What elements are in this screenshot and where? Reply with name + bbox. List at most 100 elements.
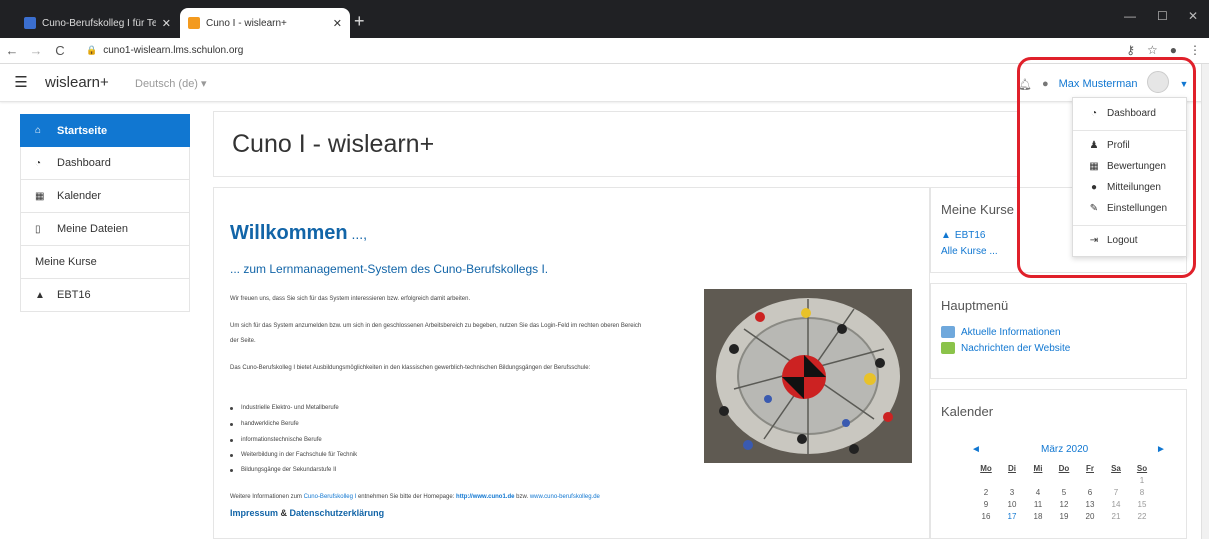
tab-label: Cuno I - wislearn+	[206, 17, 287, 29]
forum-icon	[941, 342, 955, 354]
course-link-ebt16[interactable]: ▲ EBT16	[941, 230, 985, 241]
paragraph-3: Das Cuno-Berufskolleg I bietet Ausbildun…	[230, 365, 591, 371]
impressum-link[interactable]: Impressum	[230, 508, 278, 518]
calendar-day	[999, 476, 1025, 485]
cuno-link[interactable]: Cuno-Berufskolleg I	[304, 494, 357, 500]
calendar-day[interactable]: 22	[1129, 512, 1155, 521]
calendar-month[interactable]: März 2020	[1041, 444, 1088, 455]
datenschutz-link[interactable]: Datenschutzerklärung	[290, 508, 385, 518]
annotation-highlight	[1017, 57, 1196, 278]
calendar-weekday: Mo	[980, 464, 992, 473]
footer-info: Weitere Informationen zum Cuno-Berufskol…	[230, 494, 600, 500]
calendar-day[interactable]: 13	[1077, 500, 1103, 509]
key-icon[interactable]: ⚷	[1126, 43, 1135, 57]
close-tab-icon[interactable]: ✕	[333, 17, 342, 30]
calendar-weekday: Sa	[1111, 464, 1121, 473]
hamburger-menu-icon[interactable]: ☰	[10, 73, 32, 93]
browser-tab-cuno[interactable]: Cuno-Berufskolleg I für Technik · ✕	[16, 8, 179, 38]
calendar-day[interactable]: 11	[1025, 500, 1051, 509]
all-courses-link[interactable]: Alle Kurse ...	[941, 246, 998, 257]
calendar-day[interactable]: 15	[1129, 500, 1155, 509]
calendar-day	[1103, 476, 1129, 485]
sidebar-item-label: Startseite	[57, 124, 108, 137]
sidebar-item-meine-kurse[interactable]: Meine Kurse	[20, 246, 190, 279]
calendar-day[interactable]: 1	[1129, 476, 1155, 485]
calendar-day[interactable]: 21	[1103, 512, 1129, 521]
star-icon[interactable]: ☆	[1147, 43, 1158, 57]
welcome-subtitle: ... zum Lernmanagement-System des Cuno-B…	[230, 262, 549, 276]
scrollbar[interactable]	[1201, 64, 1209, 539]
calendar-day[interactable]: 5	[1051, 488, 1077, 497]
calendar-day[interactable]: 19	[1051, 512, 1077, 521]
calendar-day[interactable]: 4	[1025, 488, 1051, 497]
sidebar-item-startseite[interactable]: ⌂ Startseite	[20, 114, 190, 147]
calendar-next-icon[interactable]: ►	[1156, 444, 1166, 455]
block-title: Kalender	[941, 404, 994, 419]
sidebar-item-label: Kalender	[57, 190, 102, 202]
list-item: informationstechnische Berufe	[230, 437, 322, 443]
sidebar-item-kalender[interactable]: ▦ Kalender	[20, 180, 190, 213]
calendar-day[interactable]: 6	[1077, 488, 1103, 497]
sidebar-item-meine-dateien[interactable]: ▯ Meine Dateien	[20, 213, 190, 246]
list-item: handwerkliche Berufe	[230, 421, 299, 427]
url-field[interactable]: 🔒 cuno1-wislearn.lms.schulon.org	[86, 45, 243, 56]
calendar-grid: Mo Di Mi Do Fr Sa So 1 2 3 4 5 6 7 8 9 10 11 12 13 14 15 16 17 1…	[973, 464, 1155, 521]
back-icon[interactable]: ←	[0, 43, 24, 58]
calendar-day[interactable]: 12	[1051, 500, 1077, 509]
calendar-day[interactable]: 18	[1025, 512, 1051, 521]
list-item: Weiterbildung in der Fachschule für Tech…	[230, 452, 357, 458]
calendar-day[interactable]: 16	[973, 512, 999, 521]
reload-icon[interactable]: C	[48, 43, 72, 58]
moodle-favicon-icon	[188, 17, 200, 29]
language-selector[interactable]: Deutsch (de) ▾	[135, 77, 207, 90]
main-content: Willkommen ..., ... zum Lernmanagement-S…	[213, 187, 930, 539]
site-brand[interactable]: wislearn+	[45, 74, 109, 91]
calendar-day[interactable]: 8	[1129, 488, 1155, 497]
sidebar-item-dashboard[interactable]: ◔ Dashboard	[20, 147, 190, 180]
block-title: Hauptmenü	[941, 298, 1009, 313]
calendar-day	[1077, 476, 1103, 485]
profile-icon[interactable]: ●	[1170, 43, 1177, 57]
calendar-day[interactable]: 17	[999, 512, 1025, 521]
calendar-weekday: Di	[1008, 464, 1016, 473]
list-item: Bildungsgänge der Sekundarstufe II	[230, 467, 336, 473]
maximize-icon[interactable]: ☐	[1157, 9, 1168, 23]
sidebar-item-ebt16[interactable]: ▲ EBT16	[20, 279, 190, 312]
welcome-dots: ...,	[347, 226, 368, 242]
forward-icon[interactable]: →	[24, 43, 48, 58]
menu-link-nachrichten[interactable]: Nachrichten der Website	[941, 342, 1070, 354]
browser-titlebar: Cuno-Berufskolleg I für Technik · ✕ Cuno…	[0, 0, 1209, 38]
sidebar-item-label: Meine Dateien	[57, 223, 128, 235]
menu-link-aktuelle-informationen[interactable]: Aktuelle Informationen	[941, 326, 1061, 338]
cuno-favicon-icon	[24, 17, 36, 29]
homepage-link[interactable]: http://www.cuno1.de	[456, 494, 514, 500]
calendar-day[interactable]: 14	[1103, 500, 1129, 509]
calendar-day[interactable]: 7	[1103, 488, 1129, 497]
block-calendar: Kalender ◄ März 2020 ► Mo Di Mi Do Fr Sa So 1 2 3…	[930, 389, 1187, 539]
calendar-day[interactable]: 10	[999, 500, 1025, 509]
close-window-icon[interactable]: ✕	[1188, 9, 1198, 23]
graduation-cap-icon: ▲	[35, 289, 45, 301]
calendar-day[interactable]: 9	[973, 500, 999, 509]
minimize-icon[interactable]: —	[1124, 9, 1136, 23]
menu-dots-icon[interactable]: ⋮	[1189, 43, 1201, 57]
tab-label: Cuno-Berufskolleg I für Technik ·	[42, 17, 156, 29]
calendar-day[interactable]: 3	[999, 488, 1025, 497]
block-title: Meine Kurse	[941, 202, 1014, 217]
home-icon: ⌂	[35, 125, 42, 136]
calendar-day[interactable]: 20	[1077, 512, 1103, 521]
sidebar-item-label: EBT16	[57, 289, 91, 301]
graduation-cap-icon: ▲	[941, 230, 951, 241]
calendar-weekday: Do	[1058, 464, 1070, 473]
browser-tab-wislearn[interactable]: Cuno I - wislearn+ ✕	[180, 8, 350, 38]
list-item: Industrielle Elektro- und Metallberufe	[230, 405, 339, 411]
calendar-prev-icon[interactable]: ◄	[971, 444, 981, 455]
new-tab-button[interactable]: +	[354, 12, 365, 30]
calendar-day	[973, 476, 999, 485]
calendar-day[interactable]: 2	[973, 488, 999, 497]
calendar-day	[1025, 476, 1051, 485]
mosaic-image	[704, 289, 912, 463]
close-tab-icon[interactable]: ✕	[162, 17, 171, 30]
homepage-link-2[interactable]: www.cuno-berufskolleg.de	[530, 494, 600, 500]
url-text: cuno1-wislearn.lms.schulon.org	[103, 45, 244, 56]
